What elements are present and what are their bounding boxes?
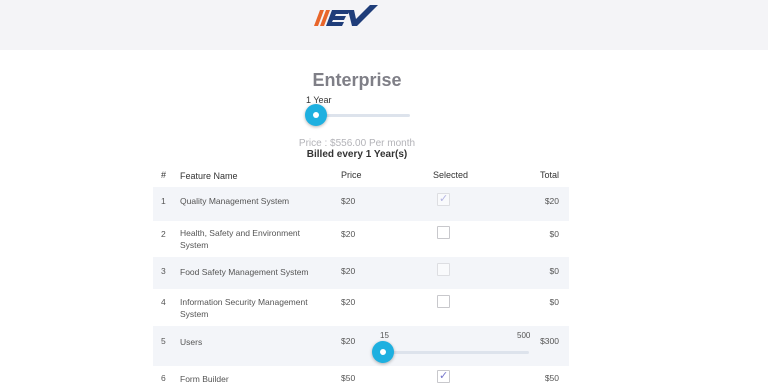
feature-price: $20 bbox=[341, 297, 356, 307]
table-row: 4 Information Security Management System… bbox=[153, 289, 569, 326]
price-text: Price : $556.00 Per month bbox=[298, 138, 416, 149]
feature-price: $20 bbox=[341, 266, 356, 276]
feature-total: $0 bbox=[549, 297, 559, 307]
ev-logo-icon[interactable] bbox=[310, 4, 382, 30]
table-row: 3 Food Safety Management System $20 $0 bbox=[153, 257, 569, 289]
feature-name: Food Safety Management System bbox=[180, 267, 309, 277]
feature-checkbox[interactable] bbox=[437, 226, 450, 239]
feature-name: Health, Safety and Environment System bbox=[180, 228, 301, 250]
feature-price: $20 bbox=[341, 229, 356, 239]
table-row: 2 Health, Safety and Environment System … bbox=[153, 221, 569, 257]
table-row: 6 Form Builder $50 $50 bbox=[153, 366, 569, 384]
feature-price: $50 bbox=[341, 373, 356, 383]
row-num: 6 bbox=[161, 373, 166, 383]
billed-text: Billed every 1 Year(s) bbox=[306, 149, 408, 160]
feature-total: $0 bbox=[549, 229, 559, 239]
feature-name: Form Builder bbox=[180, 374, 229, 384]
period-slider-track[interactable] bbox=[314, 114, 410, 117]
feature-total: $20 bbox=[544, 196, 559, 206]
row-num: 4 bbox=[161, 297, 166, 307]
feature-name: Information Security Management System bbox=[180, 297, 308, 319]
feature-price: $20 bbox=[341, 196, 356, 206]
table-header: # Feature Name Price Selected Total bbox=[153, 166, 569, 186]
table-row: 5 Users $20 15 500 $300 bbox=[153, 326, 569, 366]
feature-checkbox[interactable] bbox=[437, 263, 450, 276]
feature-checkbox[interactable] bbox=[437, 295, 450, 308]
feature-total: $50 bbox=[544, 373, 559, 383]
feature-price: $20 bbox=[341, 336, 356, 346]
users-slider-min: 15 bbox=[380, 331, 389, 340]
plan-title: Enterprise bbox=[312, 70, 402, 90]
row-num: 2 bbox=[161, 229, 166, 239]
table-row: 1 Quality Management System $20 $20 bbox=[153, 187, 569, 221]
feature-name: Users bbox=[180, 337, 203, 347]
col-price: Price bbox=[341, 170, 362, 180]
col-feature-name: Feature Name bbox=[180, 171, 238, 181]
users-slider-max: 500 bbox=[517, 331, 531, 340]
row-num: 1 bbox=[161, 196, 166, 206]
users-slider-handle[interactable] bbox=[372, 341, 394, 363]
header-bar bbox=[0, 0, 768, 50]
row-num: 3 bbox=[161, 266, 166, 276]
feature-checkbox[interactable] bbox=[437, 369, 450, 383]
col-total: Total bbox=[539, 170, 559, 180]
feature-total: $300 bbox=[540, 336, 559, 346]
row-num: 5 bbox=[161, 336, 166, 346]
feature-checkbox[interactable] bbox=[437, 192, 450, 206]
feature-name: Quality Management System bbox=[180, 196, 290, 206]
feature-total: $0 bbox=[549, 266, 559, 276]
users-slider-track[interactable] bbox=[381, 351, 529, 354]
period-slider-handle[interactable] bbox=[305, 104, 327, 126]
col-selected: Selected bbox=[433, 170, 469, 180]
col-num: # bbox=[161, 170, 167, 180]
